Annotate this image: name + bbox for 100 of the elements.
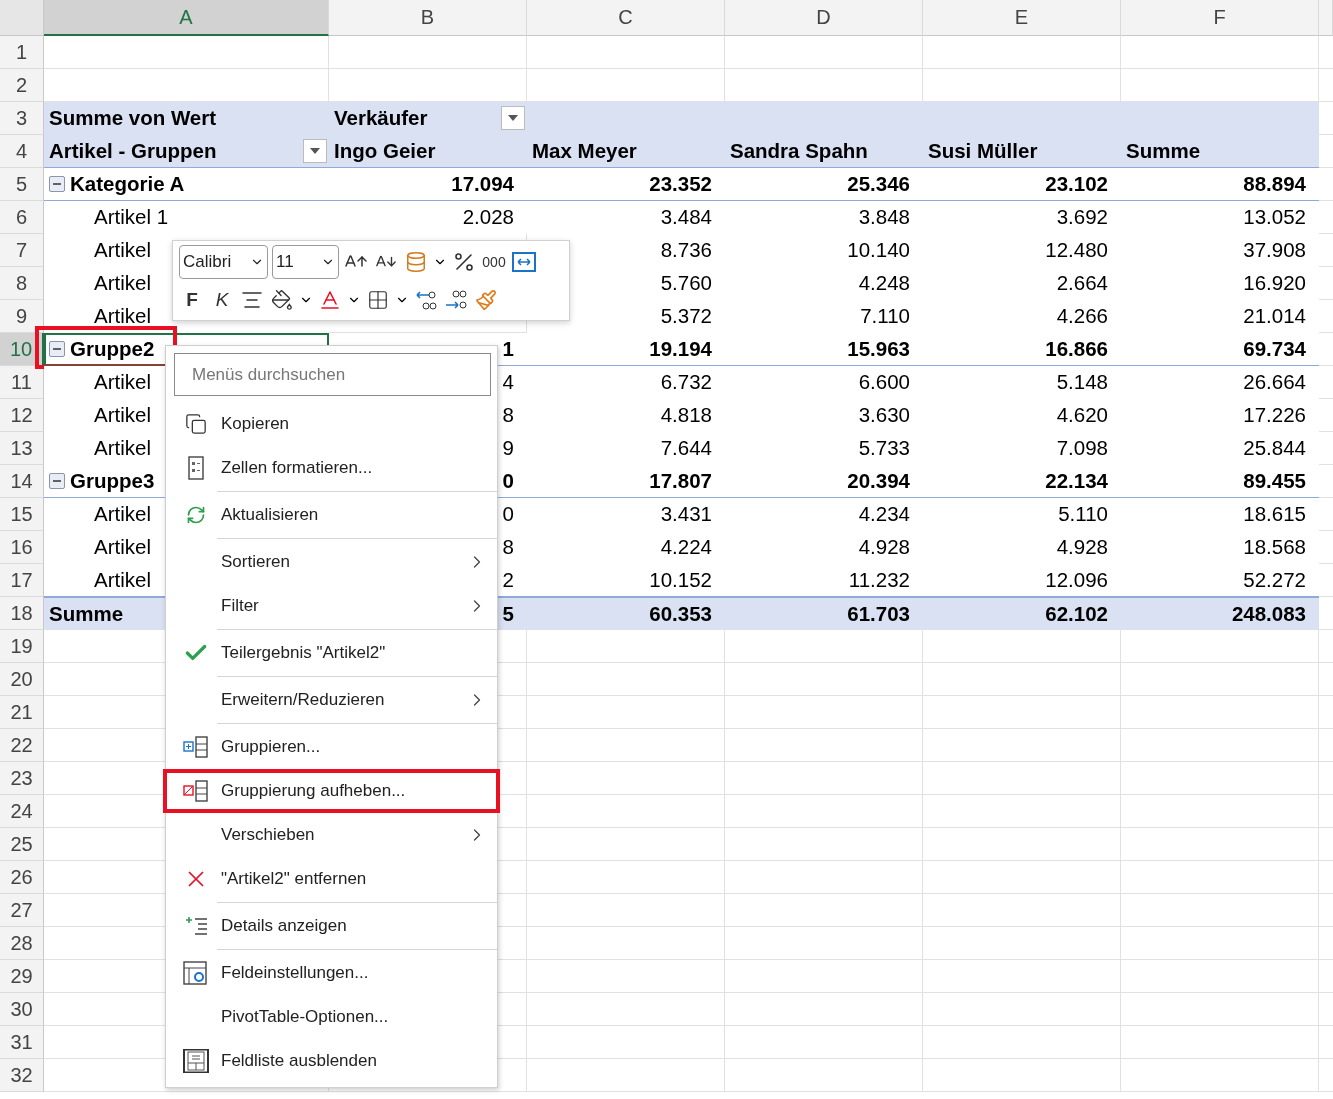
table-cell: 13.052: [1121, 201, 1319, 234]
row-header[interactable]: 15: [0, 498, 44, 531]
row-header[interactable]: 14: [0, 465, 44, 498]
table-cell: 5.110: [923, 498, 1121, 531]
row-header[interactable]: 16: [0, 531, 44, 564]
row-header[interactable]: 10: [0, 333, 44, 366]
row-header[interactable]: 18: [0, 597, 44, 630]
row-header[interactable]: 12: [0, 399, 44, 432]
collapse-icon[interactable]: [49, 473, 65, 489]
font-dropdown[interactable]: Calibri: [179, 245, 268, 279]
table-cell: 4.234: [725, 498, 923, 531]
row-header[interactable]: 5: [0, 168, 44, 201]
menu-item[interactable]: Erweitern/Reduzieren: [166, 678, 497, 725]
table-cell: 7.110: [725, 300, 923, 333]
menu-item[interactable]: Verschieben: [166, 813, 497, 857]
menu-item-label: Gruppieren...: [221, 737, 321, 757]
table-cell: 7.644: [527, 432, 725, 465]
field-list-icon: [183, 1049, 209, 1073]
table-cell: 60.353: [527, 597, 725, 630]
row-header[interactable]: 21: [0, 696, 44, 729]
menu-item-label: Teilergebnis "Artikel2": [221, 643, 386, 663]
table-cell: 4.818: [527, 399, 725, 432]
menu-item-label: Feldliste ausblenden: [221, 1051, 377, 1071]
table-cell: 23.352: [527, 168, 725, 201]
row-header[interactable]: 4: [0, 135, 44, 168]
group-icon: [183, 735, 209, 759]
row-header[interactable]: 6: [0, 201, 44, 234]
row-header[interactable]: 17: [0, 564, 44, 597]
table-cell: 4.928: [923, 531, 1121, 564]
column-header[interactable]: D: [725, 0, 923, 36]
table-cell: 15.963: [725, 333, 923, 366]
copy-icon: [185, 413, 207, 435]
table-cell: 22.134: [923, 465, 1121, 498]
table-cell: 18.568: [1121, 531, 1319, 564]
row-header[interactable]: 2: [0, 69, 44, 102]
row-header[interactable]: 27: [0, 894, 44, 927]
table-cell: 18.615: [1121, 498, 1319, 531]
row-header[interactable]: 9: [0, 300, 44, 333]
row-header[interactable]: 1: [0, 36, 44, 69]
table-cell: Susi Müller: [923, 135, 1121, 168]
row-header[interactable]: 31: [0, 1026, 44, 1059]
row-header[interactable]: 7: [0, 234, 44, 267]
row-header[interactable]: 24: [0, 795, 44, 828]
column-header[interactable]: E: [923, 0, 1121, 36]
column-header[interactable]: A: [44, 0, 329, 36]
column-header[interactable]: B: [329, 0, 527, 36]
table-cell: 10.140: [725, 234, 923, 267]
table-cell: 7.098: [923, 432, 1121, 465]
menu-item[interactable]: Gruppierung aufheben...: [166, 769, 497, 813]
row-header[interactable]: 28: [0, 927, 44, 960]
row-header[interactable]: 22: [0, 729, 44, 762]
table-cell: 4.224: [527, 531, 725, 564]
menu-item[interactable]: Details anzeigen: [166, 904, 497, 951]
row-header[interactable]: 30: [0, 993, 44, 1026]
filter-dropdown-button[interactable]: [303, 139, 327, 163]
table-cell: 25.844: [1121, 432, 1319, 465]
table-cell: 3.630: [725, 399, 923, 432]
column-header[interactable]: C: [527, 0, 725, 36]
menu-item-label: Verschieben: [221, 825, 315, 845]
row-header[interactable]: 23: [0, 762, 44, 795]
row-header[interactable]: 8: [0, 267, 44, 300]
menu-item-label: Erweitern/Reduzieren: [221, 690, 385, 710]
table-cell: 37.908: [1121, 234, 1319, 267]
row-header[interactable]: 20: [0, 663, 44, 696]
row-header[interactable]: 11: [0, 366, 44, 399]
thousands-separator-button[interactable]: 000: [481, 247, 507, 277]
menu-item-label: Filter: [221, 596, 259, 616]
table-cell: 17.807: [527, 465, 725, 498]
font-size-dropdown[interactable]: 11: [272, 245, 339, 279]
table-cell: 3.484: [527, 201, 725, 234]
row-header[interactable]: 32: [0, 1059, 44, 1092]
table-cell: 23.102: [923, 168, 1121, 201]
table-cell: 5.148: [923, 366, 1121, 399]
menu-item[interactable]: "Artikel2" entfernen: [166, 857, 497, 904]
menu-item[interactable]: Feldliste ausblenden: [166, 1039, 497, 1083]
table-cell: 3.848: [725, 201, 923, 234]
row-header[interactable]: 19: [0, 630, 44, 663]
menu-item-label: Kopieren: [221, 414, 290, 434]
caret-icon[interactable]: [310, 148, 320, 154]
table-cell: 25.346: [725, 168, 923, 201]
collapse-icon[interactable]: [49, 341, 65, 357]
row-header[interactable]: 29: [0, 960, 44, 993]
row-header[interactable]: 26: [0, 861, 44, 894]
menu-item[interactable]: Gruppieren...: [166, 725, 497, 769]
column-header[interactable]: F: [1121, 0, 1319, 36]
details-icon: [183, 914, 209, 938]
menu-item[interactable]: PivotTable-Optionen...: [166, 995, 497, 1039]
row-header[interactable]: 13: [0, 432, 44, 465]
menu-item[interactable]: Teilergebnis "Artikel2": [166, 631, 497, 678]
row-header[interactable]: 25: [0, 828, 44, 861]
filter-dropdown-button[interactable]: [501, 106, 525, 130]
caret-icon[interactable]: [508, 115, 518, 121]
collapse-icon[interactable]: [49, 176, 65, 192]
row-header[interactable]: 3: [0, 102, 44, 135]
table-cell: 3.431: [527, 498, 725, 531]
menu-item[interactable]: Feldeinstellungen...: [166, 951, 497, 995]
table-cell: 16.866: [923, 333, 1121, 366]
search-field[interactable]: Menüs durchsuchen: [174, 353, 491, 396]
table-cell: 26.664: [1121, 366, 1319, 399]
table-cell: 4.928: [725, 531, 923, 564]
